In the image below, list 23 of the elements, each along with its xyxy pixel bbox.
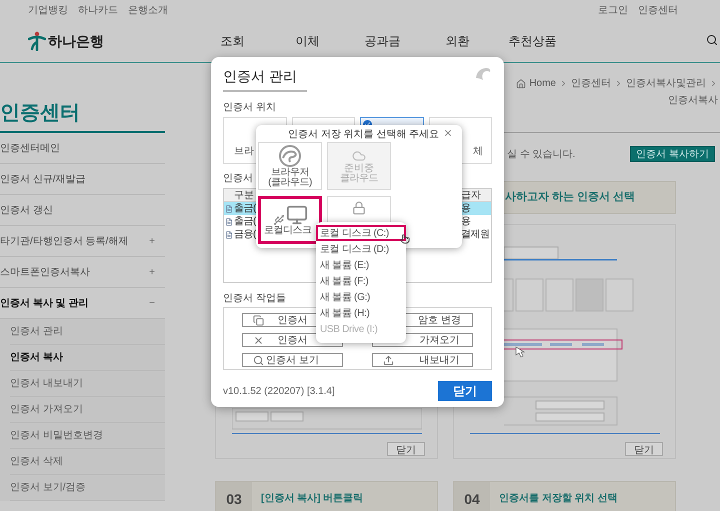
section-label: 인증서 위치 xyxy=(223,101,276,115)
column-header: 구분 xyxy=(234,188,254,202)
dialog-title: 인증서 관리 xyxy=(223,66,307,92)
badge-text: 준비중 xyxy=(344,162,374,174)
tile-label: 체 xyxy=(473,145,483,159)
step-number: 04 xyxy=(454,482,490,511)
tile-label: 브라 xyxy=(234,145,254,159)
option-label: (클라우드) xyxy=(268,178,312,188)
popup-title: 인증서 저장 위치를 선택해 주세요 xyxy=(288,128,440,142)
section-title: 인증센터 xyxy=(0,101,80,125)
column-header: 급자 xyxy=(461,188,482,202)
intro-text: 실 수 있습니다. xyxy=(507,148,576,162)
section-label: 인증서 작업들 xyxy=(223,292,286,306)
option-label: 로컬디스크 xyxy=(264,226,312,236)
card-title: 사하고자 하는 인증서 선택 xyxy=(505,190,636,206)
option-label: 브라우저 xyxy=(270,168,309,178)
step-title: [인증서 복사] 버튼클릭 xyxy=(260,492,364,506)
option-label: 클라우드 xyxy=(340,174,378,184)
step-number: 03 xyxy=(216,482,252,511)
step-title: 인증서를 저장할 위치 선택 xyxy=(498,492,618,506)
version-text: v10.1.52 (220207) [3.1.4] xyxy=(223,384,335,398)
section-label: 인증서 xyxy=(223,172,253,186)
logo-text: 하나은행 xyxy=(48,32,104,50)
